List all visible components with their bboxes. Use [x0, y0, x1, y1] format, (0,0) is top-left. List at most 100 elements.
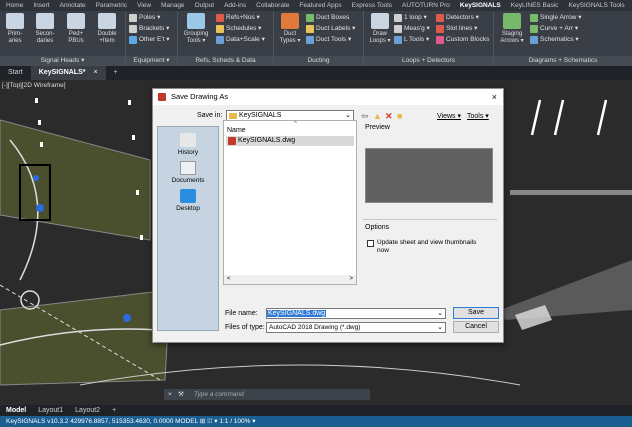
duct-tools-button[interactable]: Duct Tools ▾ — [306, 35, 351, 45]
desktop-icon — [180, 189, 196, 203]
ribbon-tab[interactable]: Annotate — [60, 0, 86, 11]
new-tab-button[interactable]: + — [106, 66, 126, 80]
ribbon-tab[interactable]: Collaborate — [256, 0, 289, 11]
duct-types-button[interactable]: Duct Types ▾ — [276, 13, 304, 45]
panel-title-equipment[interactable]: Equipment ▾ — [126, 56, 177, 66]
tab-layout2[interactable]: Layout2 — [69, 405, 106, 416]
tab-layout1[interactable]: Layout1 — [32, 405, 69, 416]
custom-blocks-button[interactable]: Custom Blocks — [436, 35, 489, 45]
dwg-file-icon — [228, 137, 236, 145]
loop-icon — [371, 13, 389, 29]
ribbon-tab[interactable]: View — [137, 0, 151, 11]
options-group: Options Update sheet and view thumbnails… — [363, 219, 497, 282]
dialog-title: Save Drawing As — [171, 92, 229, 101]
chevron-down-icon: ⌄ — [437, 324, 443, 331]
close-tab-icon[interactable]: × — [93, 69, 97, 76]
pole-icon — [129, 14, 137, 22]
panel-signal-heads: Prim- aries Secon- daries Ped+ PBUs Doub… — [0, 11, 126, 66]
ribbon-tab[interactable]: AUTOTURN Pro — [402, 0, 450, 11]
ribbon-tab[interactable]: KeySIGNALS — [460, 0, 501, 11]
place-history[interactable]: History — [158, 133, 218, 156]
duct-box-icon — [306, 14, 314, 22]
tab-keysignals[interactable]: KeySIGNALS* × — [30, 66, 106, 80]
chevron-down-icon[interactable]: ⌄ — [437, 309, 443, 318]
update-thumbnails-label[interactable]: Update sheet and view thumbnails now — [377, 239, 487, 255]
staging-arrows-button[interactable]: Staging Arrows ▾ — [498, 13, 526, 45]
draw-loops-button[interactable]: Draw Loops ▾ — [366, 13, 394, 45]
dialog-titlebar[interactable]: Save Drawing As × — [153, 89, 503, 105]
single-arrow-button[interactable]: Single Arrow ▾ — [530, 13, 582, 23]
scroll-right-icon[interactable]: > — [349, 275, 353, 284]
viewport-controls[interactable]: [-][Top][2D Wireframe] — [2, 82, 66, 89]
duct-labels-button[interactable]: Duct Labels ▾ — [306, 24, 355, 34]
file-list[interactable]: Name ^ KeySIGNALS.dwg < > — [223, 120, 357, 285]
status-bar[interactable]: KeySIGNALS v10.3.2 429976.8857, 515353.4… — [0, 416, 632, 427]
tools-menu[interactable]: Tools ▾ — [467, 112, 489, 120]
other-equipment-button[interactable]: Other E't ▾ — [129, 35, 170, 45]
schematics-button[interactable]: Schematics ▾ — [530, 35, 579, 45]
curve-arrow-button[interactable]: Curve + Arr ▾ — [530, 24, 578, 34]
close-icon[interactable]: × — [168, 389, 172, 400]
ribbon-tab-bar: Home Insert Annotate Parametric View Manage Ou… — [0, 0, 632, 11]
file-name-input[interactable]: KeySIGNALS.dwg ⌄ — [266, 308, 446, 319]
save-button[interactable]: Save — [453, 307, 499, 319]
ribbon-tab[interactable]: Parametric — [96, 0, 127, 11]
delete-icon[interactable]: ✕ — [385, 110, 393, 122]
signal-head-icon — [6, 13, 24, 29]
slot-lines-button[interactable]: Slot lines ▾ — [436, 24, 477, 34]
brackets-button[interactable]: Brackets ▾ — [129, 24, 169, 34]
poles-button[interactable]: Poles ▾ — [129, 13, 160, 23]
ribbon-tab[interactable]: Manage — [161, 0, 185, 11]
scroll-left-icon[interactable]: < — [227, 275, 231, 284]
ribbon-tab[interactable]: KeySIGNALS Tools — [568, 0, 624, 11]
ribbon-tab[interactable]: KeyLINES Basic — [511, 0, 559, 11]
cancel-button[interactable]: Cancel — [453, 321, 499, 333]
panel-title-signal-heads[interactable]: Signal Heads ▾ — [0, 56, 125, 66]
primaries-button[interactable]: Prim- aries — [1, 13, 29, 45]
place-documents[interactable]: Documents — [158, 161, 218, 184]
place-desktop[interactable]: Desktop — [158, 189, 218, 212]
one-loop-button[interactable]: 1 loop ▾ — [394, 13, 427, 23]
layout-tab-bar: Model Layout1 Layout2 + — [0, 405, 632, 416]
update-thumbnails-checkbox[interactable] — [367, 240, 374, 247]
new-folder-icon[interactable]: ■ — [397, 110, 402, 122]
schematic-icon — [530, 36, 538, 44]
double-item-button[interactable]: Double +Item — [93, 13, 121, 45]
equipment-icon — [129, 36, 137, 44]
tab-model[interactable]: Model — [0, 405, 32, 416]
ribbon-tab[interactable]: Add-ins — [224, 0, 246, 11]
tab-start[interactable]: Start — [0, 66, 31, 80]
duct-boxes-button[interactable]: Duct Boxes — [306, 13, 349, 23]
ribbon-tab[interactable]: Output — [195, 0, 215, 11]
views-menu[interactable]: Views ▾ — [437, 112, 461, 120]
detectors-button[interactable]: Detectors ▾ — [436, 13, 479, 23]
schedules-button[interactable]: Schedules ▾ — [216, 24, 261, 34]
wrench-icon[interactable]: ⚒ — [178, 389, 184, 400]
file-type-dropdown[interactable]: AutoCAD 2018 Drawing (*.dwg) ⌄ — [266, 322, 446, 333]
measuring-button[interactable]: Meas'g ▾ — [394, 24, 430, 34]
panel-equipment: Poles ▾ Brackets ▾ Other E't ▾ Equipment… — [126, 11, 178, 66]
peds-button[interactable]: Ped+ PBUs — [62, 13, 90, 45]
close-icon[interactable]: × — [492, 89, 497, 105]
data-scale-button[interactable]: Data+Scale ▾ — [216, 35, 265, 45]
back-arrow-icon[interactable]: ⇦ — [361, 110, 369, 122]
add-layout-button[interactable]: + — [106, 405, 122, 416]
ribbon-tab[interactable]: Home — [6, 0, 23, 11]
list-item[interactable]: KeySIGNALS.dwg — [226, 136, 354, 146]
command-line[interactable]: × ⚒ Type a command — [164, 389, 370, 400]
grouping-tools-button[interactable]: Grouping Tools ▾ — [180, 13, 212, 45]
refs-nos-button[interactable]: Refs+Nos ▾ — [216, 13, 260, 23]
command-input[interactable]: Type a command — [194, 391, 244, 398]
horizontal-scrollbar[interactable]: < > — [224, 275, 356, 284]
up-folder-icon[interactable]: ▲ — [373, 110, 382, 122]
name-column-header[interactable]: Name — [227, 127, 246, 134]
ribbon-tab[interactable]: Featured Apps — [299, 0, 341, 11]
secondaries-button[interactable]: Secon- daries — [31, 13, 59, 45]
ribbon-tab[interactable]: Insert — [33, 0, 49, 11]
l-tools-button[interactable]: L Tools ▾ — [394, 35, 429, 45]
ribbon-tab[interactable]: Express Tools — [352, 0, 392, 11]
detector-icon — [436, 14, 444, 22]
panel-title-loops: Loops + Detectors — [364, 56, 493, 66]
ribbon: Home Insert Annotate Parametric View Manage Ou… — [0, 0, 632, 66]
history-icon — [180, 133, 196, 147]
